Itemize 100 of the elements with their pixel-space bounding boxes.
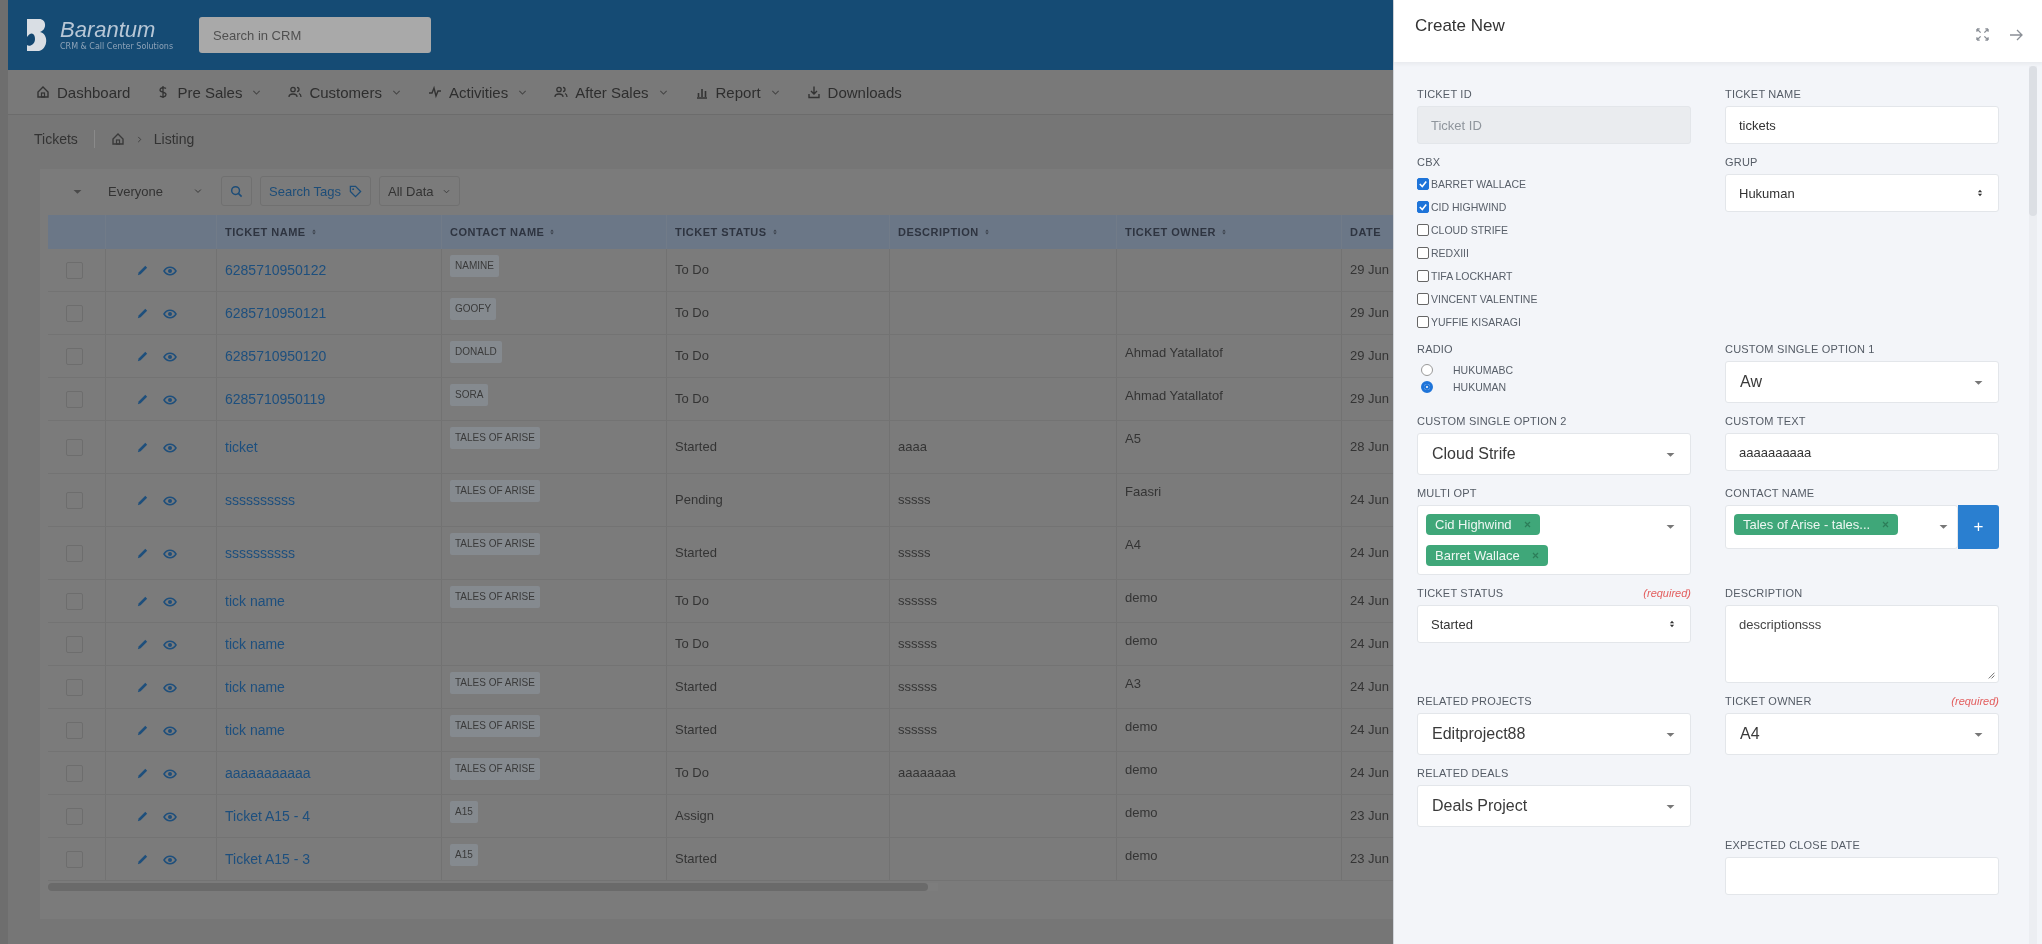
edit-button[interactable]	[136, 853, 149, 867]
ticket-link[interactable]: 6285710950121	[225, 304, 327, 321]
checkbox-option[interactable]: TIFA LOCKHART	[1417, 266, 1691, 285]
ticket-link[interactable]: ssssssssss	[225, 544, 295, 561]
edit-button[interactable]	[136, 724, 149, 738]
select-field[interactable]: Cloud Strife	[1417, 433, 1691, 475]
status-text: Started	[675, 851, 717, 866]
status-text: Started	[675, 439, 717, 454]
date-text: 24 Jun	[1350, 593, 1390, 608]
nav-item[interactable]: Pre Sales	[156, 83, 263, 101]
column-header[interactable]: CONTACT NAME	[450, 226, 557, 238]
status-text: Assign	[675, 808, 715, 823]
status-text: To Do	[675, 305, 709, 320]
remove-tag-button[interactable]	[1531, 552, 1539, 559]
column-header[interactable]: TICKET NAME	[225, 226, 318, 238]
field-label: CUSTOM SINGLE OPTION 1	[1725, 343, 1875, 355]
breadcrumb-item[interactable]: Listing	[153, 131, 195, 147]
radio-option[interactable]: HUKUMABC	[1421, 361, 1691, 378]
checkbox-option[interactable]: REDXIII	[1417, 243, 1691, 262]
nav-item[interactable]: Downloads	[806, 83, 902, 101]
tag-icon	[349, 184, 363, 198]
owner-text: Ahmad Yatallatof	[1125, 345, 1223, 360]
checkbox-option[interactable]: VINCENT VALENTINE	[1417, 289, 1691, 308]
select-field[interactable]: Deals Project	[1417, 785, 1691, 827]
date-text: 29 Jun	[1350, 262, 1390, 277]
search-button[interactable]	[221, 176, 252, 206]
search-icon	[230, 184, 243, 198]
checkbox-option[interactable]: CID HIGHWIND	[1417, 197, 1691, 216]
input-field[interactable]	[1725, 857, 1999, 895]
ticket-link[interactable]: Ticket A15 - 3	[225, 850, 311, 867]
nav-item[interactable]: After Sales	[554, 83, 669, 101]
select-field[interactable]: Started	[1417, 605, 1691, 643]
description-text: sssss	[898, 492, 931, 507]
edit-button[interactable]	[136, 441, 149, 455]
input-field[interactable]: aaaaaaaaaa	[1725, 433, 1999, 471]
ticket-link[interactable]: 6285710950119	[225, 390, 326, 407]
edit-button[interactable]	[136, 494, 149, 508]
ticket-link[interactable]: tick name	[225, 592, 285, 609]
checkbox-option[interactable]: BARRET WALLACE	[1417, 174, 1691, 193]
edit-button[interactable]	[136, 307, 149, 321]
radio-option[interactable]: HUKUMAN	[1421, 378, 1691, 395]
pencil-icon	[136, 724, 149, 738]
pencil-icon	[136, 547, 149, 561]
required-note: (required)	[1643, 587, 1691, 599]
search-tags-button[interactable]: Search Tags	[260, 176, 372, 206]
date-text: 23 Jun	[1350, 851, 1390, 866]
remove-tag-button[interactable]	[1882, 521, 1890, 528]
add-contact-button[interactable]: +	[1958, 505, 1999, 549]
input-field[interactable]: tickets	[1725, 106, 1999, 144]
select-field[interactable]: A4	[1725, 713, 1999, 755]
edit-button[interactable]	[136, 810, 149, 824]
select-field[interactable]: Aw	[1725, 361, 1999, 403]
ticket-link[interactable]: 6285710950120	[225, 347, 327, 364]
ticket-link[interactable]: 6285710950122	[225, 261, 327, 278]
edit-button[interactable]	[136, 393, 149, 407]
edit-button[interactable]	[136, 595, 149, 609]
ticket-link[interactable]: tick name	[225, 635, 285, 652]
text-area[interactable]: descriptionsss	[1725, 605, 1999, 683]
edit-button[interactable]	[136, 350, 149, 364]
description-text: sssss	[898, 545, 931, 560]
contact-tag: SORA	[450, 384, 489, 406]
edit-button[interactable]	[136, 681, 149, 695]
ticket-link[interactable]: Ticket A15 - 4	[225, 807, 311, 824]
multi-select-field[interactable]: Cid Highwind Barret Wallace	[1417, 505, 1691, 575]
ticket-link[interactable]: ticket	[225, 438, 258, 455]
contact-select-field[interactable]: Tales of Arise - tales...	[1725, 505, 1958, 549]
search-field[interactable]: Search in CRM	[199, 17, 432, 53]
ticket-link[interactable]: ssssssssss	[225, 491, 295, 508]
nav-item[interactable]: Activities	[427, 83, 529, 101]
ticket-link[interactable]: aaaaaaaaaaa	[225, 764, 311, 781]
select-field[interactable]: Editproject88	[1417, 713, 1691, 755]
nav-item[interactable]: Report	[694, 83, 781, 101]
pencil-icon	[136, 264, 149, 278]
page-title: Tickets	[34, 131, 78, 147]
edit-button[interactable]	[136, 264, 149, 278]
expand-button[interactable]	[1976, 28, 1989, 44]
nav-item[interactable]: Dashboard	[36, 83, 131, 101]
edit-button[interactable]	[136, 638, 149, 652]
ticket-link[interactable]: tick name	[225, 721, 285, 738]
ticket-link[interactable]: tick name	[225, 678, 285, 695]
description-text: aaaa	[898, 439, 927, 454]
remove-tag-button[interactable]	[1523, 521, 1531, 528]
owner-text: demo	[1125, 805, 1158, 820]
select-field[interactable]: Hukuman	[1725, 174, 1999, 212]
column-header[interactable]: TICKET OWNER	[1125, 226, 1228, 238]
column-header[interactable]: DESCRIPTION	[898, 226, 991, 238]
contact-tag: TALES OF ARISE	[450, 480, 540, 502]
checkbox-option[interactable]: CLOUD STRIFE	[1417, 220, 1691, 239]
checkbox-option[interactable]: YUFFIE KISARAGI	[1417, 312, 1691, 331]
date-text: 24 Jun	[1350, 545, 1390, 560]
selected-tag: Barret Wallace	[1426, 545, 1548, 566]
edit-button[interactable]	[136, 547, 149, 561]
column-header[interactable]: TICKET STATUS	[675, 226, 779, 238]
contact-tag: TALES OF ARISE	[450, 427, 540, 449]
contact-tag: TALES OF ARISE	[450, 586, 540, 608]
owner-filter[interactable]: Everyone	[108, 183, 213, 199]
status-text: Pending	[675, 492, 723, 507]
edit-button[interactable]	[136, 767, 149, 781]
scope-dropdown[interactable]: All Data	[379, 176, 460, 206]
nav-item[interactable]: Customers	[288, 83, 402, 101]
